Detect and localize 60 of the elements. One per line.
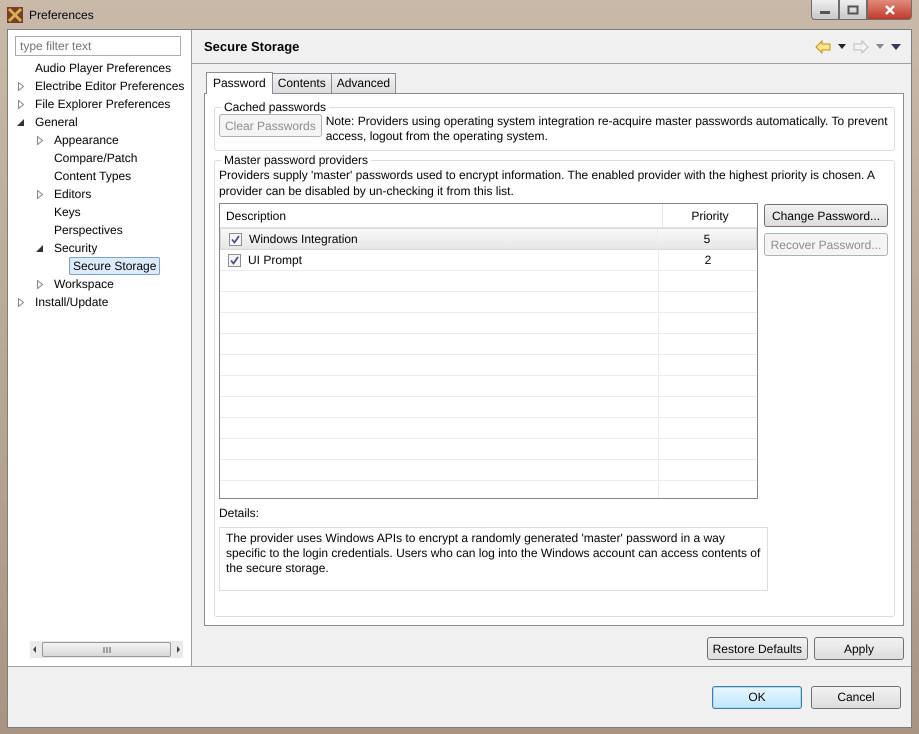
tree-item[interactable]: Compare/Patch xyxy=(50,149,142,167)
tree-item[interactable]: Perspectives xyxy=(50,221,127,239)
page-title: Secure Storage xyxy=(204,39,300,54)
checkbox[interactable] xyxy=(228,254,241,266)
tree-item[interactable]: Install/Update xyxy=(31,293,112,311)
description-text: Providers supply 'master' passwords used to encrypt information. The enabled provider with the highest priority is chosen. A provider can be disabled by un-checking it from this list. xyxy=(219,167,876,199)
tab[interactable]: Advanced xyxy=(330,73,396,93)
dialog-button[interactable]: OK xyxy=(712,686,802,708)
minimize-button[interactable] xyxy=(811,0,839,20)
horizontal-scrollbar[interactable] xyxy=(30,641,183,658)
table-cell: Windows Integration xyxy=(249,232,358,246)
page-button[interactable]: Apply xyxy=(814,637,904,660)
group-title: Cached passwords xyxy=(223,100,328,114)
tab[interactable]: Password xyxy=(206,72,273,94)
close-button[interactable] xyxy=(867,0,912,20)
app-icon xyxy=(7,6,23,22)
column-header[interactable]: Description xyxy=(220,204,662,227)
dialog-button[interactable]: Cancel xyxy=(811,686,901,708)
maximize-button[interactable] xyxy=(839,0,867,20)
tree-item[interactable]: Secure Storage xyxy=(69,257,160,275)
minimize-icon xyxy=(820,11,830,14)
expand-icon[interactable] xyxy=(36,280,42,288)
tree-item[interactable]: File Explorer Preferences xyxy=(31,95,174,113)
tree-item[interactable]: Workspace xyxy=(50,275,118,293)
grip-icon xyxy=(102,646,110,652)
details-text: The provider uses Windows APIs to encrypt a randomly generated 'master' password in a way specific to the login credentials. Users who can log into the Windows account can access contents of the secure storage. xyxy=(219,527,768,591)
tree-item[interactable]: Electribe Editor Preferences xyxy=(31,77,188,95)
tree-item[interactable]: Security xyxy=(50,239,102,257)
note-text: Note: Providers using operating system integration re-acquire master passwords automatically. To prevent access, logout from the operating system. xyxy=(326,114,888,144)
maximize-icon xyxy=(847,4,859,14)
expand-icon[interactable] xyxy=(18,100,24,108)
expand-icon[interactable] xyxy=(36,190,42,198)
side-button[interactable]: Change Password... xyxy=(764,204,888,227)
expand-icon[interactable] xyxy=(18,298,24,306)
table-row[interactable]: Windows Integration 5 xyxy=(220,228,757,250)
details-label: Details: xyxy=(219,506,260,520)
collapse-icon[interactable] xyxy=(17,118,24,126)
table-row[interactable]: UI Prompt 2 xyxy=(220,250,757,271)
tree-item[interactable]: Audio Player Preferences xyxy=(31,59,176,77)
window-title: Preferences xyxy=(29,8,94,22)
column-header[interactable]: Priority xyxy=(662,204,757,227)
tree-item[interactable]: General xyxy=(31,113,82,131)
collapse-icon[interactable] xyxy=(36,244,43,252)
tree-item[interactable]: Editors xyxy=(50,185,96,203)
page-button[interactable]: Restore Defaults xyxy=(706,637,808,660)
checkbox[interactable] xyxy=(229,232,242,246)
expand-icon[interactable] xyxy=(36,136,42,144)
tree-item[interactable]: Keys xyxy=(50,203,85,221)
view-menu-icon[interactable] xyxy=(891,44,901,50)
dropdown-icon[interactable] xyxy=(838,44,846,49)
table-cell: 5 xyxy=(704,232,710,246)
close-icon xyxy=(882,4,896,14)
tree-item[interactable]: Content Types xyxy=(50,167,136,185)
expand-icon[interactable] xyxy=(18,82,24,90)
table-cell: UI Prompt xyxy=(248,253,302,267)
tree-item[interactable]: Appearance xyxy=(50,131,123,149)
group-title: Master password providers xyxy=(223,153,370,167)
filter-field[interactable]: type filter text xyxy=(15,36,181,56)
table-cell: 2 xyxy=(704,253,712,267)
tab[interactable]: Contents xyxy=(272,73,332,93)
